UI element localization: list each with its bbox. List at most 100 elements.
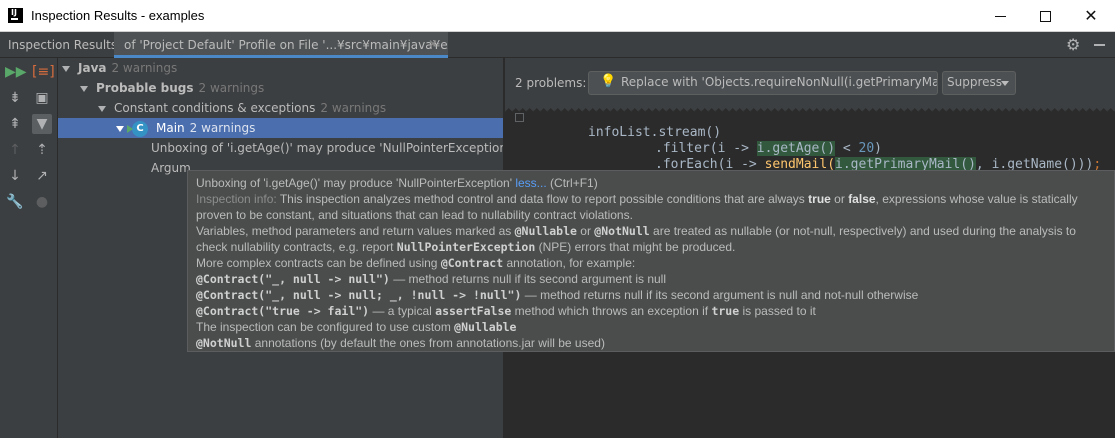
tooltip-text: check nullability contracts, e.g. report: [196, 240, 394, 254]
tooltip-text: This inspection analyzes method control …: [279, 192, 805, 206]
suppress-label: Suppress: [947, 75, 1003, 89]
tooltip-text: are treated as nullable (or not-null, re…: [653, 224, 1076, 238]
tree-node-label: Java: [78, 61, 107, 75]
info-label: Inspection info:: [196, 192, 277, 206]
warning-count: 2 warnings: [320, 101, 387, 115]
code-line: .filter(i -> i.getAge() < 20): [655, 141, 882, 157]
tooltip-text: annotation, for example:: [506, 256, 636, 270]
chevron-down-icon[interactable]: [80, 85, 88, 92]
fold-icon[interactable]: [515, 113, 524, 122]
tree-node-constant-conditions[interactable]: Constant conditions & exceptions 2 warnin…: [58, 98, 503, 118]
export-icon[interactable]: [≡]: [32, 62, 55, 82]
code-keyword: true: [711, 304, 740, 318]
settings-wrench-icon[interactable]: 🔧: [5, 192, 25, 212]
code-example: @Contract("_, null -> null"): [196, 272, 390, 286]
code-text: ): [874, 141, 882, 156]
code-annotation: @NotNull: [196, 336, 252, 350]
code-annotation: @Contract: [440, 256, 504, 270]
keyword-false: false: [848, 192, 876, 206]
tooltip-line: Inspection info: This inspection analyze…: [196, 191, 1106, 207]
open-source-icon[interactable]: ↗: [32, 166, 52, 186]
next-icon[interactable]: ↓: [5, 166, 25, 186]
tool-window-label: Inspection Results:: [8, 38, 122, 52]
class-icon: C: [127, 120, 148, 137]
left-toolbar: ▶▶ [≡] ⇟ ▣ ⇞ ▼ ↑ ⇡ ↓ ↗ 🔧 ●: [0, 58, 58, 438]
tooltip-title-row: Unboxing of 'i.getAge()' may produce 'Nu…: [196, 175, 1106, 191]
rerun-icon[interactable]: ▶▶: [5, 62, 27, 82]
filter-icon[interactable]: ▼: [32, 114, 52, 134]
code-class: NullPointerException: [396, 240, 536, 254]
tree-node-java[interactable]: Java 2 warnings: [58, 58, 503, 78]
tooltip-line: @Contract("_, null -> null") — method re…: [196, 271, 1106, 287]
tooltip-text: proven to be constant, and situations th…: [196, 208, 633, 222]
warning-count: 2 warnings: [198, 81, 265, 95]
tooltip-text: , expressions whose value is statically: [875, 192, 1078, 206]
bulb-icon: 💡: [600, 74, 617, 89]
group-icon[interactable]: ▣: [32, 88, 52, 108]
tooltip-line: The inspection can be configured to use …: [196, 319, 1106, 335]
hide-panel-icon[interactable]: [1094, 44, 1105, 46]
highlighted-expression: i.getAge(): [756, 141, 836, 156]
code-example: @Contract("_, null -> null; _, !null -> …: [196, 288, 522, 302]
chevron-down-icon[interactable]: [62, 65, 70, 72]
tooltip-text: is passed to it: [742, 304, 816, 318]
maximize-button[interactable]: [1022, 0, 1068, 32]
tooltip-line: Variables, method parameters and return …: [196, 223, 1106, 239]
minimize-button[interactable]: [977, 0, 1023, 32]
chevron-down-icon[interactable]: [98, 105, 106, 112]
code-text: .filter(i ->: [655, 141, 757, 156]
tooltip-text: The inspection can be configured to use …: [196, 320, 451, 334]
code-text: infoList.stream(): [588, 125, 722, 140]
tooltip-text: — a typical: [372, 304, 432, 318]
less-link[interactable]: less...: [515, 176, 546, 190]
tree-problem-unboxing[interactable]: Unboxing of 'i.getAge()' may produce 'Nu…: [58, 138, 510, 158]
tooltip-text: method which throws an exception if: [514, 304, 709, 318]
gear-icon[interactable]: ⚙: [1066, 35, 1080, 54]
tooltip-line: @Contract("_, null -> null; _, !null -> …: [196, 287, 1106, 303]
tooltip-text: Variables, method parameters and return …: [196, 224, 512, 238]
problem-label: Argum: [151, 161, 191, 175]
tree-node-probable-bugs[interactable]: Probable bugs 2 warnings: [58, 78, 503, 98]
expand-all-icon[interactable]: ⇟: [5, 88, 25, 108]
bulb-icon[interactable]: ●: [32, 192, 52, 212]
tab-label: of 'Project Default' Profile on File '..…: [124, 38, 448, 52]
collapse-all-icon[interactable]: ⇞: [5, 114, 25, 134]
code-annotation: @Nullable: [514, 224, 577, 238]
tab-close-icon[interactable]: ✕: [428, 37, 438, 51]
editor-top-edge: [505, 108, 1115, 115]
problems-count: 2 problems:: [515, 76, 587, 90]
chevron-down-icon[interactable]: [116, 125, 124, 132]
autoscroll-icon[interactable]: ⇡: [32, 140, 52, 160]
quick-fix-label: Replace with 'Objects.requireNonNull(i.g…: [621, 75, 938, 89]
inspection-tooltip: Unboxing of 'i.getAge()' may produce 'Nu…: [187, 170, 1115, 352]
minimize-icon: [994, 16, 1006, 17]
suppress-dropdown[interactable]: Suppress: [942, 71, 1016, 95]
tooltip-title: Unboxing of 'i.getAge()' may produce 'Nu…: [196, 176, 512, 190]
code-annotation: @NotNull: [594, 224, 650, 238]
tooltip-line: check nullability contracts, e.g. report…: [196, 239, 1106, 255]
tooltip-text: or: [834, 192, 845, 206]
warning-count: 2 warnings: [111, 61, 178, 75]
tooltip-line: @Contract("true -> fail") — a typical as…: [196, 303, 1106, 319]
tooltip-line: proven to be constant, and situations th…: [196, 207, 1106, 223]
tooltip-text: — method returns null if its second argu…: [393, 272, 667, 286]
window-title: Inspection Results - examples: [31, 8, 205, 23]
code-line: infoList.stream(): [588, 125, 721, 141]
tooltip-text: or: [580, 224, 591, 238]
tab-inspection-profile[interactable]: of 'Project Default' Profile on File '..…: [114, 32, 448, 58]
problem-label: Unboxing of 'i.getAge()' may produce 'Nu…: [151, 141, 511, 155]
close-window-button[interactable]: ✕: [1068, 0, 1114, 32]
tree-node-main[interactable]: C Main 2 warnings: [58, 118, 503, 138]
code-example: @Contract("true -> fail"): [196, 304, 370, 318]
quick-fix-button[interactable]: 💡 Replace with 'Objects.requireNonNull(i…: [588, 71, 938, 95]
tooltip-text: — method returns null if its second argu…: [524, 288, 919, 302]
code-method: assertFalse: [435, 304, 512, 318]
tooltip-text: More complex contracts can be defined us…: [196, 256, 438, 270]
chevron-down-icon: [1001, 81, 1009, 86]
maximize-icon: [1039, 11, 1051, 22]
prev-icon[interactable]: ↑: [5, 140, 25, 160]
problems-toolbar: 2 problems: 💡 Replace with 'Objects.requ…: [505, 58, 1115, 108]
code-text: <: [835, 141, 859, 156]
shortcut-hint: (Ctrl+F1): [550, 176, 598, 190]
tooltip-text: annotations (by default the ones from an…: [254, 336, 605, 350]
